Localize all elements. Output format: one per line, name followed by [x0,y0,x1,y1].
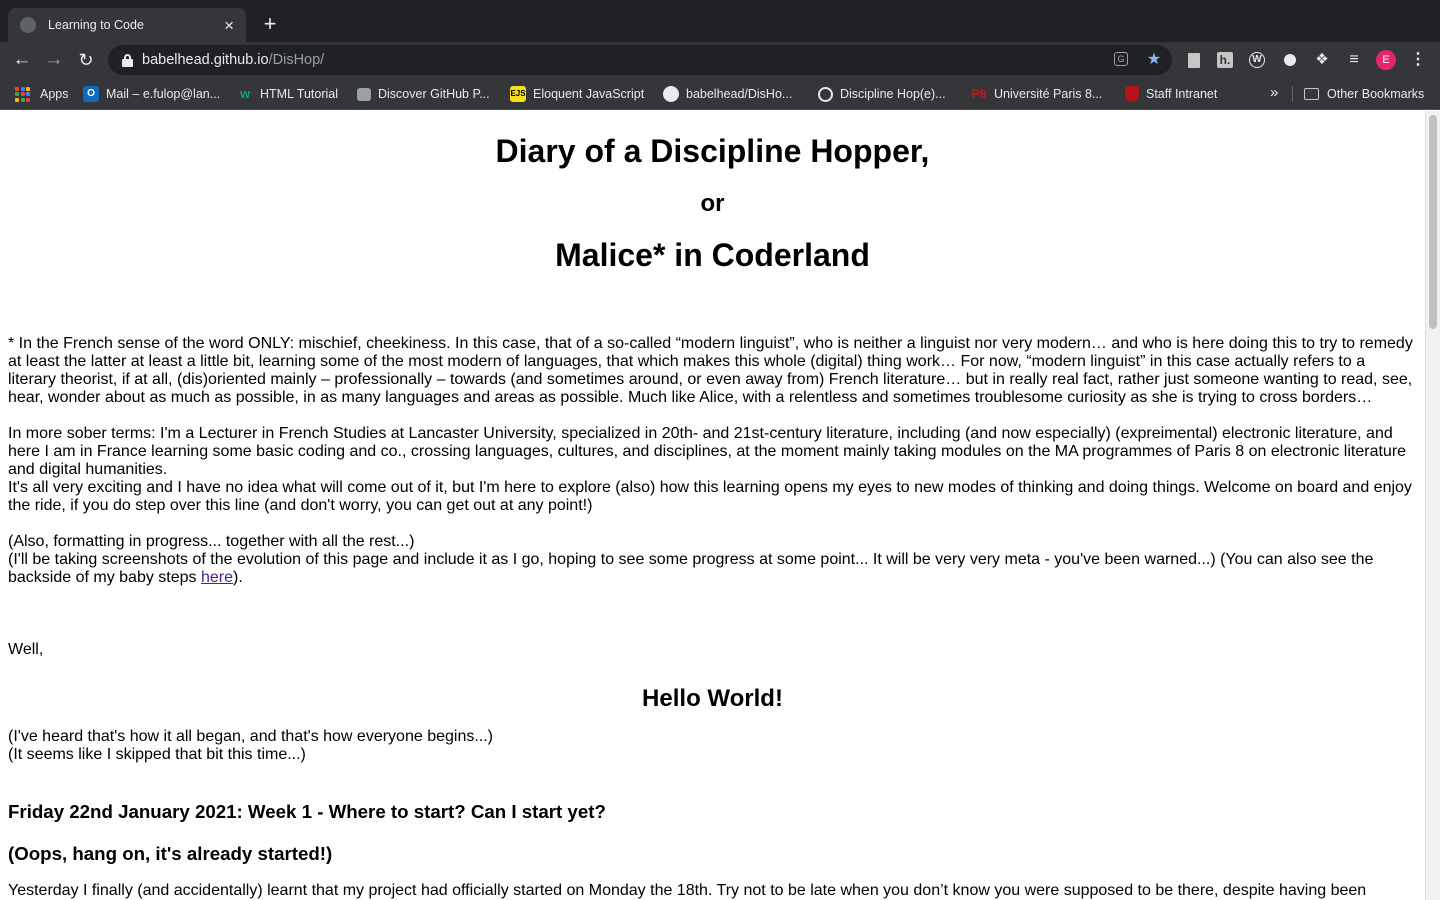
bookmark-label: HTML Tutorial [260,87,339,101]
well-text: Well, [8,641,44,658]
bookmark-label: Apps [40,87,69,101]
page-content: Diary of a Discipline Hopper, or Malice*… [0,133,1425,900]
translate-icon[interactable]: G [1114,52,1128,66]
apps-grid-icon [15,86,30,102]
bookmark-label: Université Paris 8... [994,87,1103,101]
bookmarks-bar: Apps O Mail – e.fulop@lan... w HTML Tuto… [0,78,1440,110]
address-bar[interactable]: babelhead.github.io/DisHop/ G ★ [108,45,1172,75]
reload-icon[interactable]: ↻ [74,48,98,72]
bookmark-eloquent-javascript[interactable]: EJS Eloquent JavaScript [510,85,644,103]
lock-icon [122,53,133,67]
profile-avatar[interactable]: E [1376,50,1396,70]
tab-learning-to-code[interactable]: Learning to Code × [8,8,246,42]
url-path: /DisHop/ [268,52,325,68]
other-bookmarks-label: Other Bookmarks [1327,87,1425,101]
w-extension-icon[interactable]: W [1249,52,1265,68]
shield-crest-icon [1125,86,1139,102]
heard-text: (I've heard that's how it all began, and… [8,728,494,745]
vertical-scrollbar[interactable] [1425,111,1440,900]
url-host: babelhead.github.io [142,52,269,68]
document-extension-icon[interactable] [1185,51,1203,69]
forward-arrow-icon[interactable]: → [42,48,66,72]
screenshots-text-end: ). [233,569,243,586]
bookmark-divider [1292,86,1293,102]
page-icon [357,87,371,101]
bookmark-label: Discover GitHub P... [378,87,490,101]
here-link[interactable]: here [201,569,233,586]
bookmark-label: Staff Intranet [1146,87,1218,101]
bookmark-babelhead-dishop[interactable]: babelhead/DisHo... [663,85,792,103]
footnote-paragraph: * In the French sense of the word ONLY: … [8,335,1413,406]
more-bookmarks-chevron-icon[interactable]: » [1270,84,1278,101]
hypothesis-extension-icon[interactable]: h. [1217,52,1233,68]
tab-title: Learning to Code [48,18,144,32]
page-viewport: Diary of a Discipline Hopper, or Malice*… [0,111,1425,900]
outlook-icon: O [83,86,99,102]
bookmark-html-tutorial[interactable]: w HTML Tutorial [237,85,338,103]
w3schools-icon: w [239,86,251,101]
folder-icon [1304,88,1319,100]
ejs-icon: EJS [510,86,526,102]
paris8-icon: P8 [971,87,987,101]
reading-list-icon[interactable]: ≡ [1345,51,1363,69]
or-heading: or [700,190,725,217]
page-title: Diary of a Discipline Hopper, [495,133,930,169]
yesterday-paragraph: Yesterday I finally (and accidentally) l… [8,882,1367,899]
puzzle-extensions-icon[interactable]: ❖ [1313,51,1331,69]
oops-heading: (Oops, hang on, it's already started!) [8,843,333,864]
date-heading: Friday 22nd January 2021: Week 1 - Where… [8,801,606,822]
github-icon [663,86,679,102]
formatting-note: (Also, formatting in progress... togethe… [8,533,415,550]
bookmark-label: babelhead/DisHo... [686,87,793,101]
bookmark-label: Discipline Hop(e)... [840,87,946,101]
kebab-menu-icon[interactable]: ⋮ [1409,51,1427,69]
scrollbar-thumb[interactable] [1429,115,1437,329]
browser-toolbar: ← → ↻ babelhead.github.io/DisHop/ G ★ h.… [0,42,1440,78]
other-bookmarks-folder[interactable]: Other Bookmarks [1304,85,1424,103]
bookmark-label: Mail – e.fulop@lan... [106,87,221,101]
tab-favicon-icon [20,17,36,33]
bookmark-mail[interactable]: O Mail – e.fulop@lan... [83,85,220,103]
page-subtitle: Malice* in Coderland [555,237,870,273]
bookmark-label: Eloquent JavaScript [533,87,645,101]
intro-paragraph: In more sober terms: I'm a Lecturer in F… [8,425,1407,478]
ghost-extension-icon[interactable] [1281,51,1299,69]
screenshots-note: (I'll be taking screenshots of the evolu… [8,551,1417,587]
new-tab-button[interactable]: + [258,12,282,36]
star-bookmark-icon[interactable]: ★ [1146,52,1162,68]
skipped-text: (It seems like I skipped that bit this t… [8,746,306,763]
globe-icon [818,86,833,102]
bookmark-discover-github[interactable]: Discover GitHub P... [357,85,490,103]
bookmark-discipline-hope[interactable]: Discipline Hop(e)... [818,85,946,103]
tab-strip: Learning to Code × + [0,0,1440,42]
bookmark-paris8[interactable]: P8 Université Paris 8... [971,85,1103,103]
back-arrow-icon[interactable]: ← [10,48,34,72]
bookmark-staff-intranet[interactable]: Staff Intranet [1125,85,1217,103]
exciting-paragraph: It's all very exciting and I have no ide… [8,479,1412,514]
tab-close-icon[interactable]: × [224,17,234,34]
hello-world-heading: Hello World! [642,685,783,712]
bookmark-apps[interactable]: Apps [15,85,69,103]
